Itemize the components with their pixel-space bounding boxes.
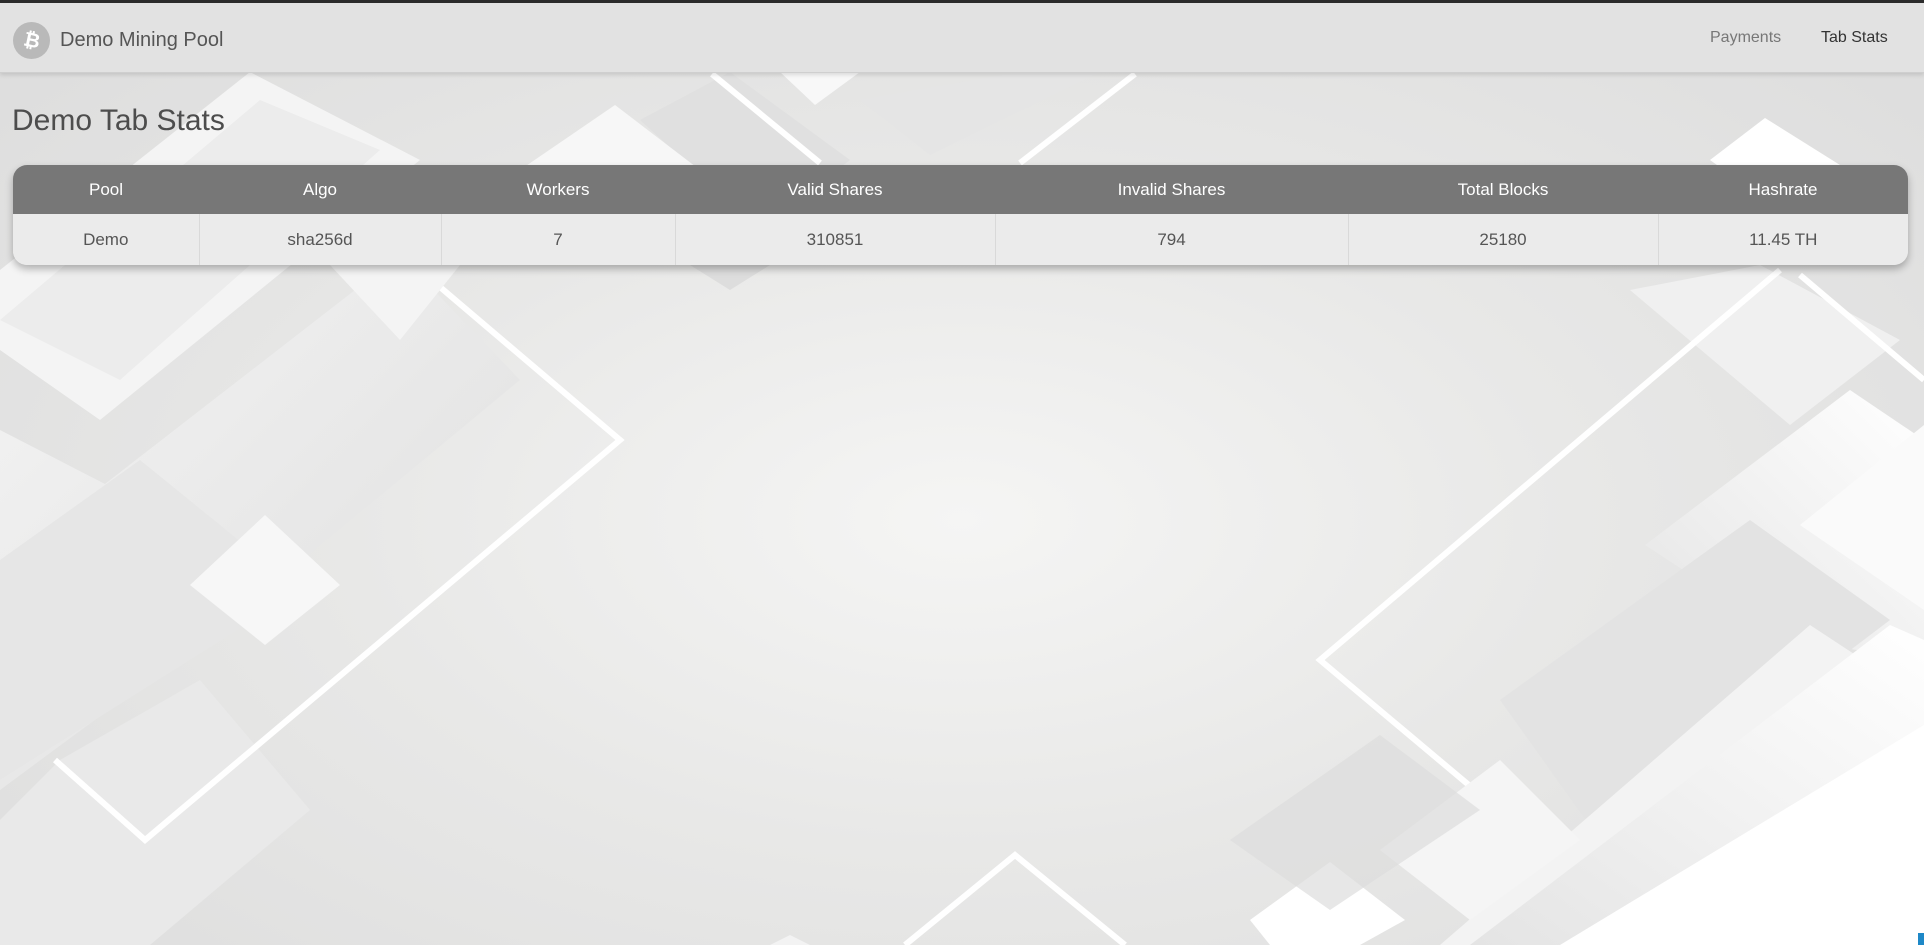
brand-title: Demo Mining Pool <box>60 28 224 51</box>
cell-pool: Demo <box>13 214 200 265</box>
cell-algo: sha256d <box>199 214 442 265</box>
column-header-hashrate[interactable]: Hashrate <box>1658 165 1908 214</box>
cell-hashrate: 11.45 TH <box>1749 229 1818 249</box>
cell-total-blocks: 25180 <box>1348 214 1659 265</box>
cell-workers: 7 <box>441 214 676 265</box>
stats-table-card: Pool Algo Workers Valid Shares Invalid S… <box>13 165 1908 265</box>
column-header-algo[interactable]: Algo <box>199 165 441 214</box>
brand-link[interactable]: ₿ Demo Mining Pool <box>13 20 223 60</box>
column-header-valid-shares[interactable]: Valid Shares <box>675 165 995 214</box>
stats-table: Pool Algo Workers Valid Shares Invalid S… <box>13 165 1908 265</box>
nav-link-payments[interactable]: Payments <box>1710 29 1781 47</box>
cell-valid-shares: 310851 <box>675 214 996 265</box>
column-header-pool[interactable]: Pool <box>13 165 199 214</box>
bitcoin-icon: ₿ <box>13 21 50 59</box>
corner-accent <box>1918 933 1924 945</box>
column-header-invalid-shares[interactable]: Invalid Shares <box>995 165 1348 214</box>
background-pattern <box>0 71 1924 945</box>
nav-link-tab-stats[interactable]: Tab Stats <box>1821 29 1888 47</box>
page-title: Demo Tab Stats <box>12 104 225 137</box>
table-header-row: Pool Algo Workers Valid Shares Invalid S… <box>13 165 1908 214</box>
window-top-border <box>0 0 1924 3</box>
column-header-workers[interactable]: Workers <box>441 165 675 214</box>
cell-invalid-shares: 794 <box>995 214 1349 265</box>
table-row[interactable]: Demo sha256d 7 310851 794 25180 11.45 TH <box>13 214 1908 265</box>
top-navbar: ₿ Demo Mining Pool Payments Tab Stats <box>0 3 1924 73</box>
column-header-total-blocks[interactable]: Total Blocks <box>1348 165 1658 214</box>
svg-text:₿: ₿ <box>21 27 42 53</box>
